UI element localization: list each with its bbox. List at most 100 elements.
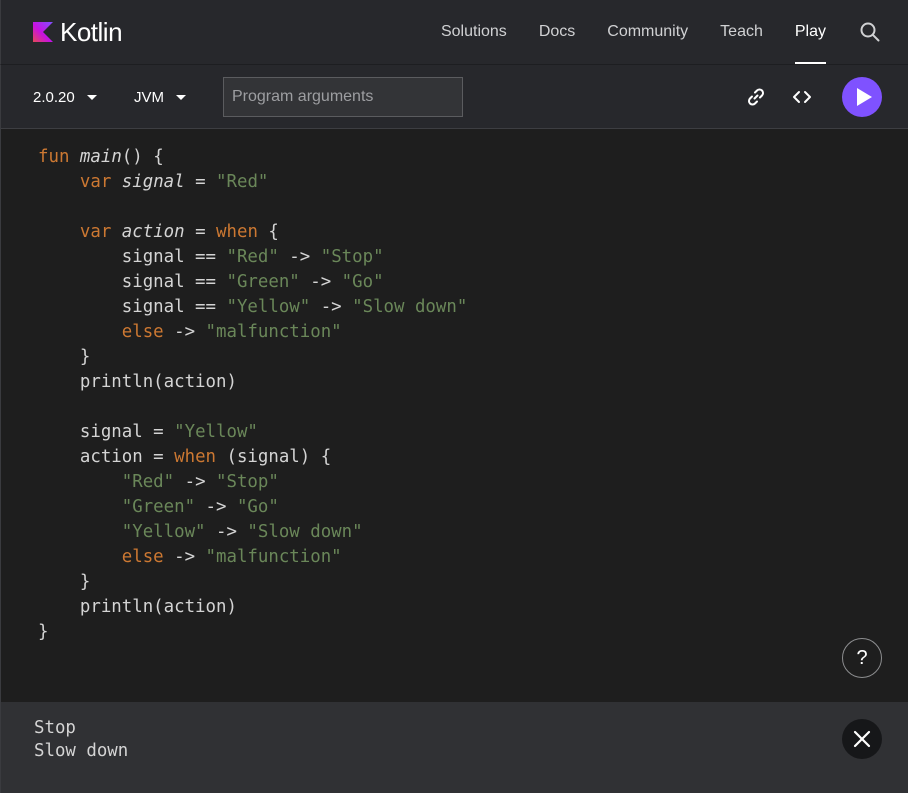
code-token: }: [38, 347, 91, 367]
kotlin-version-dropdown[interactable]: 2.0.20: [33, 65, 97, 129]
code-token: () {: [121, 147, 164, 167]
code-token: "Red": [216, 172, 269, 192]
nav-link-play[interactable]: Play: [794, 0, 827, 64]
code-token: =: [184, 222, 217, 242]
search-icon: [860, 22, 880, 42]
search-button[interactable]: [858, 20, 882, 44]
code-line[interactable]: }: [38, 620, 467, 645]
code-line[interactable]: "Green" -> "Go": [38, 495, 467, 520]
code-token: println(action): [38, 597, 237, 617]
code-token: "Slow down": [247, 522, 363, 542]
link-icon: [747, 88, 765, 106]
code-token: else: [121, 547, 164, 567]
nav-link-teach[interactable]: Teach: [720, 0, 763, 64]
code-token: ->: [299, 272, 342, 292]
code-token: signal =: [38, 422, 175, 442]
run-button[interactable]: [842, 77, 882, 117]
code-line[interactable]: [38, 395, 467, 420]
code-token: signal ==: [38, 272, 227, 292]
code-token: main: [79, 147, 122, 167]
code-token: var: [79, 222, 112, 242]
top-navigation: Kotlin Solutions Docs Community Teach Pl…: [0, 0, 908, 64]
code-token: ->: [310, 297, 353, 317]
code-token: "malfunction": [205, 322, 342, 342]
nav-link-community[interactable]: Community: [607, 0, 688, 64]
code-token: "Yellow": [174, 422, 258, 442]
help-label: ?: [856, 647, 868, 669]
code-line[interactable]: "Red" -> "Stop": [38, 470, 467, 495]
code-token: var: [79, 172, 112, 192]
platform-dropdown[interactable]: JVM: [134, 65, 186, 129]
code-line[interactable]: signal == "Yellow" -> "Slow down": [38, 295, 468, 320]
share-link-button[interactable]: [744, 85, 768, 109]
code-token: "Yellow": [121, 522, 206, 542]
main-nav: Solutions Docs Community Teach Play: [409, 0, 827, 64]
output-line: Stop: [34, 718, 76, 738]
code-token: "Red": [226, 247, 279, 267]
code-token: "Stop": [320, 247, 384, 267]
code-content[interactable]: fun main() { var signal = "Red" var acti…: [38, 145, 467, 645]
code-line[interactable]: fun main() {: [38, 145, 467, 170]
code-token: println(action): [38, 372, 237, 392]
code-line[interactable]: else -> "malfunction": [38, 320, 467, 345]
code-token: when: [174, 447, 217, 467]
code-token: signal ==: [38, 297, 227, 317]
code-line[interactable]: else -> "malfunction": [38, 545, 467, 570]
output-panel: Stop Slow down: [0, 702, 908, 793]
kotlin-logo-icon: [33, 22, 53, 42]
code-line[interactable]: }: [38, 345, 467, 370]
code-line[interactable]: println(action): [38, 370, 467, 395]
code-line[interactable]: }: [38, 570, 467, 595]
play-icon: [857, 88, 872, 106]
program-output: Stop Slow down: [34, 717, 128, 763]
help-button[interactable]: ?: [842, 638, 882, 678]
code-line[interactable]: signal == "Green" -> "Go": [38, 270, 467, 295]
nav-link-solutions[interactable]: Solutions: [441, 0, 507, 64]
platform-value: JVM: [134, 88, 164, 106]
code-token: signal ==: [38, 247, 227, 267]
code-token: =: [184, 172, 217, 192]
code-token: ->: [278, 247, 321, 267]
code-token: ->: [205, 522, 248, 542]
code-line[interactable]: action = when (signal) {: [38, 445, 467, 470]
code-token: "malfunction": [205, 547, 342, 567]
code-token: "Green": [121, 497, 196, 517]
code-token: ->: [174, 472, 217, 492]
code-line[interactable]: signal = "Yellow": [38, 420, 467, 445]
code-token: when: [216, 222, 258, 242]
code-token: signal: [121, 172, 185, 192]
code-token: "Green": [226, 272, 300, 292]
code-line[interactable]: [38, 195, 467, 220]
code-line[interactable]: "Yellow" -> "Slow down": [38, 520, 467, 545]
code-token: "Slow down": [352, 297, 468, 317]
nav-link-docs[interactable]: Docs: [539, 0, 575, 64]
code-line[interactable]: var signal = "Red": [38, 170, 467, 195]
code-line[interactable]: var action = when {: [38, 220, 467, 245]
kotlin-logo[interactable]: Kotlin: [33, 17, 123, 47]
code-token: }: [38, 572, 91, 592]
embed-code-button[interactable]: [790, 85, 814, 109]
code-line[interactable]: println(action): [38, 595, 467, 620]
chevron-down-icon: [176, 95, 186, 100]
code-token: ->: [163, 547, 206, 567]
code-token: action =: [38, 447, 175, 467]
code-token: action: [121, 222, 185, 242]
code-line[interactable]: signal == "Red" -> "Stop": [38, 245, 467, 270]
code-token: "Go": [341, 272, 384, 292]
code-token: "Stop": [216, 472, 279, 492]
code-editor[interactable]: fun main() { var signal = "Red" var acti…: [0, 129, 908, 702]
close-output-button[interactable]: [842, 719, 882, 759]
output-line: Slow down: [34, 741, 129, 761]
code-token: ->: [195, 497, 237, 517]
brand-name: Kotlin: [60, 17, 123, 47]
code-token: {: [257, 222, 279, 242]
program-arguments-input[interactable]: [223, 77, 463, 117]
